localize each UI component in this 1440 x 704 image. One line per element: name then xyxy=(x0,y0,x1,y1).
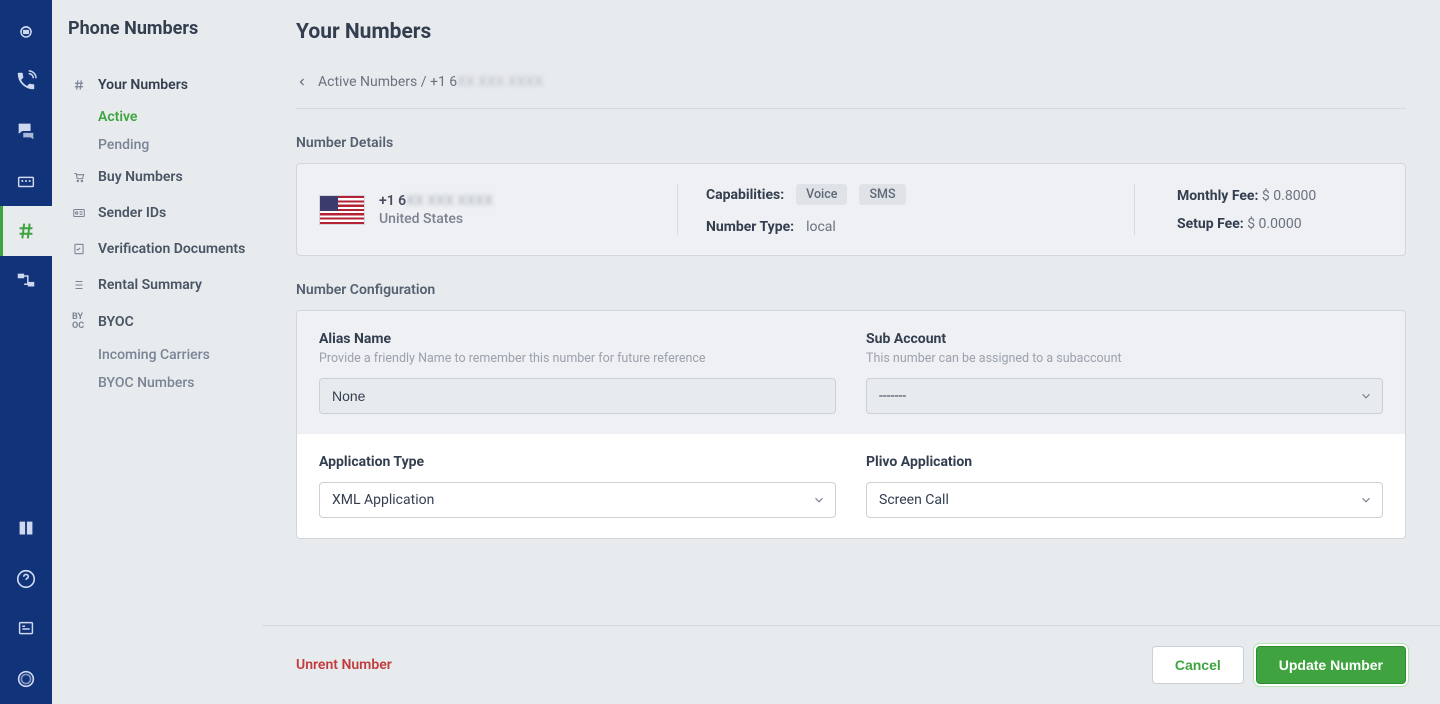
phone-icon xyxy=(15,70,37,92)
sidebar-item-buy-numbers[interactable]: Buy Numbers xyxy=(66,159,252,195)
rail-voice[interactable] xyxy=(0,56,52,106)
doc-check-icon xyxy=(72,242,88,256)
rail-account[interactable] xyxy=(0,654,52,704)
rail-help[interactable] xyxy=(0,554,52,604)
rail-phone-numbers[interactable] xyxy=(0,206,52,256)
capabilities-label: Capabilities: xyxy=(706,187,784,203)
number-config-card: Alias Name Provide a friendly Name to re… xyxy=(296,310,1406,539)
page-title: Your Numbers xyxy=(296,20,1406,44)
number-type-value: local xyxy=(806,219,836,235)
details-section-title: Number Details xyxy=(296,135,1406,151)
sidebar-item-label: Your Numbers xyxy=(98,77,188,93)
subaccount-hint: This number can be assigned to a subacco… xyxy=(866,351,1383,366)
rail-home[interactable] xyxy=(0,6,52,56)
capability-sms: SMS xyxy=(859,184,905,205)
vertical-divider xyxy=(677,184,678,235)
sidebar-item-byoc[interactable]: BYOC BYOC xyxy=(66,303,252,341)
circle-icon xyxy=(15,668,37,690)
chat-icon xyxy=(15,120,37,142)
cloud-grid-icon xyxy=(15,20,37,42)
apptype-select[interactable]: XML Application xyxy=(319,482,836,518)
sidebar-item-label: Sender IDs xyxy=(98,205,166,221)
icon-rail xyxy=(0,0,52,704)
subaccount-select[interactable]: ------- xyxy=(866,378,1383,414)
unrent-link[interactable]: Unrent Number xyxy=(296,657,392,673)
number-type-label: Number Type: xyxy=(706,219,794,235)
list-icon xyxy=(72,278,88,292)
rail-sip[interactable] xyxy=(0,156,52,206)
sidebar-item-your-numbers[interactable]: Your Numbers xyxy=(66,67,252,103)
setup-fee-value: $ 0.0000 xyxy=(1247,216,1301,232)
plivoapp-select[interactable]: Screen Call xyxy=(866,482,1383,518)
network-icon xyxy=(15,270,37,292)
help-icon xyxy=(15,568,37,590)
sidebar-sub-pending-numbers[interactable]: Pending xyxy=(98,131,252,159)
alias-label: Alias Name xyxy=(319,331,836,347)
sidebar-item-label: Buy Numbers xyxy=(98,169,183,185)
invoice-icon xyxy=(15,618,37,640)
breadcrumb-text: Active Numbers / +1 6XX XXX XXXX xyxy=(318,74,543,90)
sidebar-sub-incoming-carriers[interactable]: Incoming Carriers xyxy=(98,341,252,369)
hash-icon xyxy=(72,78,88,92)
number-details-card: +1 6XX XXX XXXX United States Capabiliti… xyxy=(296,163,1406,256)
vertical-divider xyxy=(1134,184,1135,235)
update-button[interactable]: Update Number xyxy=(1256,646,1406,684)
capability-voice: Voice xyxy=(796,184,847,205)
breadcrumb[interactable]: Active Numbers / +1 6XX XXX XXXX xyxy=(296,74,1406,109)
chevron-left-icon xyxy=(296,76,308,88)
cart-icon xyxy=(72,170,88,184)
monthly-fee-label: Monthly Fee: xyxy=(1177,188,1258,204)
sidebar-title: Phone Numbers xyxy=(66,18,252,39)
cancel-button[interactable]: Cancel xyxy=(1152,646,1244,684)
setup-fee-label: Setup Fee: xyxy=(1177,216,1244,232)
sidebar-item-label: Verification Documents xyxy=(98,241,245,257)
main: Your Numbers Active Numbers / +1 6XX XXX… xyxy=(262,0,1440,704)
id-icon xyxy=(72,206,88,220)
subaccount-label: Sub Account xyxy=(866,331,1383,347)
sidebar-item-label: Rental Summary xyxy=(98,277,202,293)
rail-trunk[interactable] xyxy=(0,256,52,306)
sidebar-sub-byoc-numbers[interactable]: BYOC Numbers xyxy=(98,369,252,397)
sidebar: Phone Numbers Your Numbers Active Pendin… xyxy=(52,0,262,704)
sidebar-item-verification[interactable]: Verification Documents xyxy=(66,231,252,267)
byoc-icon: BYOC xyxy=(72,313,88,331)
alias-input[interactable] xyxy=(319,378,836,414)
alias-hint: Provide a friendly Name to remember this… xyxy=(319,351,836,366)
rail-messaging[interactable] xyxy=(0,106,52,156)
footer-bar: Unrent Number Cancel Update Number xyxy=(262,625,1440,704)
flag-us-icon xyxy=(319,195,365,225)
number-value: +1 6XX XXX XXXX xyxy=(379,193,493,209)
sidebar-item-label: BYOC xyxy=(98,314,134,330)
sidebar-item-rental[interactable]: Rental Summary xyxy=(66,267,252,303)
sidebar-sub-active-numbers[interactable]: Active xyxy=(98,103,252,131)
apptype-label: Application Type xyxy=(319,454,836,470)
config-section-title: Number Configuration xyxy=(296,282,1406,298)
sip-icon xyxy=(15,170,37,192)
monthly-fee-value: $ 0.8000 xyxy=(1262,188,1316,204)
book-icon xyxy=(15,518,37,540)
sidebar-item-sender-ids[interactable]: Sender IDs xyxy=(66,195,252,231)
rail-docs[interactable] xyxy=(0,504,52,554)
plivoapp-label: Plivo Application xyxy=(866,454,1383,470)
hash-icon xyxy=(15,220,37,242)
number-country: United States xyxy=(379,211,493,227)
rail-billing[interactable] xyxy=(0,604,52,654)
